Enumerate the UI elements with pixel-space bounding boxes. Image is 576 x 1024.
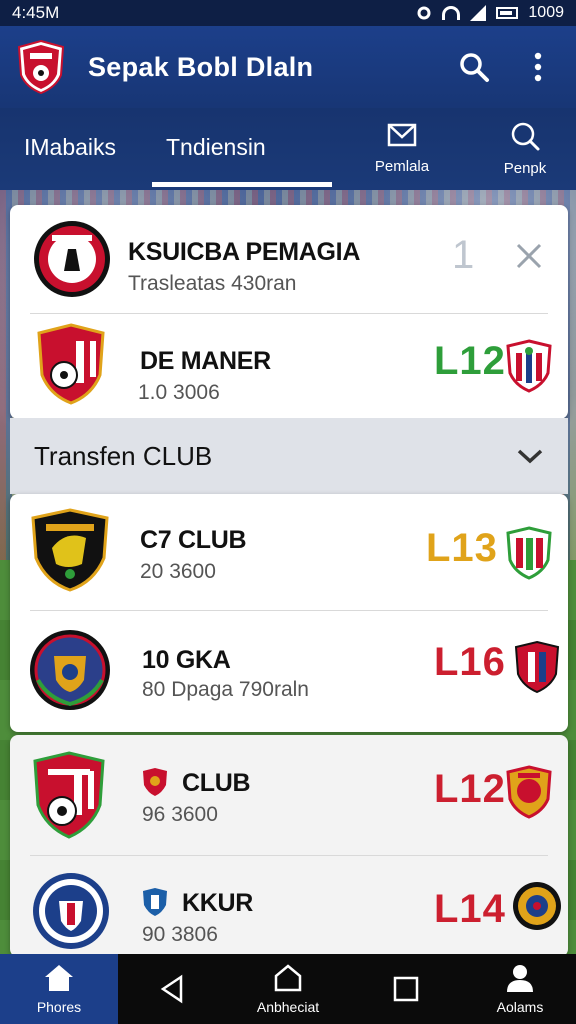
- chevron-down-icon[interactable]: [516, 447, 544, 465]
- opponent-crest-icon: [506, 339, 552, 393]
- nav-back-button[interactable]: [150, 954, 194, 1024]
- team-crest-icon: [33, 873, 109, 949]
- nav-center[interactable]: Anbheciat: [238, 954, 338, 1024]
- more-vert-icon: [534, 52, 542, 82]
- settings-status-icon: [417, 6, 431, 20]
- opponent-crest-icon: [513, 882, 561, 930]
- battery-icon: [496, 7, 519, 19]
- nav-profile[interactable]: Aolams: [480, 954, 560, 1024]
- close-icon[interactable]: [514, 241, 544, 271]
- wifi-icon: [442, 6, 461, 20]
- rank-number: 1: [452, 233, 476, 277]
- tab-penpk[interactable]: Penpk: [480, 120, 570, 180]
- status-bar: 4:45M 1009: [0, 0, 576, 26]
- status-clock: 1009: [528, 4, 564, 21]
- opponent-crest-icon: [514, 640, 560, 694]
- team-subtitle: 80 Dpaga 790raln: [142, 678, 309, 701]
- opponent-crest-icon: [506, 765, 552, 819]
- list-item[interactable]: KKUR 90 3806 L14: [10, 855, 568, 963]
- team-subtitle: 20 3600: [140, 560, 216, 583]
- mail-icon: [387, 123, 417, 147]
- match-score: L12: [434, 767, 506, 811]
- team-name: KKUR: [182, 889, 254, 917]
- club-card: C7 CLUB 20 3600 L13 10 GKA 80 Dpaga 790r…: [10, 494, 568, 732]
- app-logo-icon[interactable]: [16, 39, 66, 95]
- nav-home-label: Phores: [36, 999, 82, 1015]
- team-crest-icon: [33, 751, 105, 839]
- results-card: CLUB 96 3600 L12 KKUR 90 3806 L14: [10, 735, 568, 957]
- bottom-navigation: Phores Anbheciat Aolams: [0, 954, 576, 1024]
- match-score: L14: [434, 887, 506, 931]
- tab-bar: IMabaiks Tndiensin Pemlala Penpk: [0, 108, 576, 190]
- app-bar: Sepak Bobl Dlaln: [0, 26, 576, 108]
- team-name: DE MANER: [140, 347, 271, 375]
- team-subtitle: 90 3806: [142, 923, 218, 946]
- search-tab-icon: [511, 122, 540, 151]
- team-crest-icon: [30, 630, 110, 710]
- nav-home[interactable]: Phores: [0, 954, 118, 1024]
- team-name: 10 GKA: [142, 646, 231, 674]
- search-icon: [460, 53, 489, 82]
- status-icons: 1009: [416, 4, 564, 22]
- list-item[interactable]: 10 GKA 80 Dpaga 790raln L16: [10, 614, 568, 722]
- match-score: L16: [434, 640, 506, 684]
- section-header[interactable]: Transfen CLUB: [10, 418, 568, 494]
- list-item[interactable]: C7 CLUB 20 3600 L13: [10, 498, 568, 606]
- tab-pemlala-label: Pemlala: [374, 158, 430, 175]
- status-time: 4:45M: [12, 3, 60, 22]
- team-crest-icon: [37, 323, 105, 405]
- more-options-button[interactable]: [516, 45, 560, 89]
- search-button[interactable]: [452, 45, 496, 89]
- active-tab-indicator: [152, 182, 332, 187]
- back-triangle-icon: [160, 974, 183, 1004]
- recents-square-icon: [393, 976, 419, 1002]
- app-title: Sepak Bobl Dlaln: [88, 51, 314, 82]
- list-item[interactable]: KSUICBA PEMAGIA Trasleatas 430ran 1: [10, 205, 568, 313]
- home-icon: [45, 965, 73, 991]
- club-badge-icon: [143, 768, 167, 796]
- featured-card: KSUICBA PEMAGIA Trasleatas 430ran 1 DE M…: [10, 205, 568, 419]
- section-title: Transfen CLUB: [34, 440, 213, 471]
- team-subtitle: 1.0 3006: [138, 381, 220, 404]
- tab-pemlala[interactable]: Pemlala: [357, 120, 447, 180]
- nav-center-label: Anbheciat: [256, 999, 320, 1015]
- tab-imabaiks[interactable]: IMabaiks: [24, 130, 116, 164]
- team-name: KSUICBA PEMAGIA: [128, 238, 361, 266]
- list-item[interactable]: DE MANER 1.0 3006 L12: [10, 313, 568, 421]
- match-score: L12: [434, 339, 506, 383]
- list-item[interactable]: CLUB 96 3600 L12: [10, 735, 568, 843]
- team-subtitle: Trasleatas 430ran: [128, 272, 297, 295]
- club-badge-icon: [143, 888, 167, 916]
- nav-profile-label: Aolams: [496, 999, 544, 1015]
- team-name: CLUB: [182, 769, 251, 797]
- match-score: L13: [426, 526, 498, 570]
- tab-tndiensin[interactable]: Tndiensin: [166, 130, 266, 164]
- team-subtitle: 96 3600: [142, 803, 218, 826]
- team-crest-icon: [34, 221, 110, 297]
- signal-icon: [470, 5, 487, 21]
- team-crest-icon: [31, 508, 109, 592]
- row-divider: [30, 610, 548, 611]
- tab-penpk-label: Penpk: [503, 160, 547, 177]
- nav-recents-button[interactable]: [388, 954, 424, 1024]
- home-outline-icon: [274, 964, 302, 992]
- opponent-crest-icon: [506, 526, 552, 580]
- person-icon: [507, 965, 533, 992]
- team-name: C7 CLUB: [140, 526, 247, 554]
